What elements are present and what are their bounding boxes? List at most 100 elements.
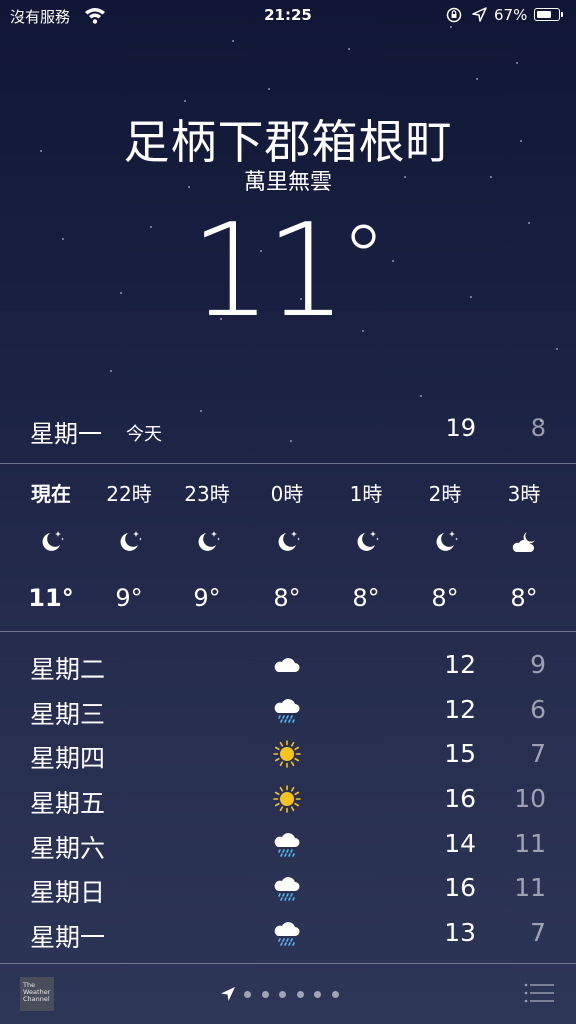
page-dot[interactable] xyxy=(279,990,286,998)
location-arrow-icon xyxy=(221,987,235,1001)
rain-icon xyxy=(272,829,302,859)
hourly-time: 23時 xyxy=(184,482,230,506)
sun-icon xyxy=(272,784,302,814)
daily-low: 7 xyxy=(530,918,546,948)
moon-stars-icon xyxy=(352,528,380,556)
daily-high: 12 xyxy=(444,650,476,679)
page-dot[interactable] xyxy=(314,990,321,998)
hourly-temp: 9° xyxy=(193,584,221,612)
city-list-button[interactable] xyxy=(524,982,554,1004)
daily-row: 星期二 12 9 xyxy=(0,644,576,689)
hourly-item: 0時 8° xyxy=(248,464,326,632)
hourly-time: 0時 xyxy=(270,482,304,506)
hourly-item: 22時 9° xyxy=(90,464,168,632)
page-dot[interactable] xyxy=(296,990,304,998)
today-summary-row: 星期一 今天 19 8 xyxy=(0,410,576,452)
today-day: 星期一 xyxy=(30,420,102,448)
hourly-item: 3時 8° xyxy=(485,464,563,632)
hourly-temp: 9° xyxy=(115,584,143,612)
daily-row: 星期四 15 7 xyxy=(0,733,576,778)
daily-high: 15 xyxy=(444,739,476,769)
status-bar: 沒有服務 21:25 67% xyxy=(0,0,576,32)
hourly-time: 現在 xyxy=(31,482,71,506)
footer-toolbar: The Weather Channel xyxy=(0,964,576,1024)
daily-day: 星期四 xyxy=(30,744,106,774)
daily-day: 星期二 xyxy=(30,655,106,684)
star xyxy=(110,370,112,372)
page-dot[interactable] xyxy=(331,990,339,998)
page-dot[interactable] xyxy=(244,990,251,998)
hourly-temp: 11° xyxy=(28,584,74,612)
moon-stars-icon xyxy=(273,528,301,556)
daily-row: 星期日 16 11 xyxy=(0,867,576,912)
hourly-time: 3時 xyxy=(507,482,541,506)
daily-low: 11 xyxy=(514,828,546,858)
daily-day: 星期日 xyxy=(30,878,106,908)
hourly-time: 1時 xyxy=(349,482,383,506)
daily-low: 10 xyxy=(514,784,546,814)
hourly-time: 2時 xyxy=(428,482,462,506)
rain-icon xyxy=(272,918,302,948)
city-name: 足柄下郡箱根町 xyxy=(123,115,453,169)
hourly-item: 1時 8° xyxy=(327,464,405,632)
star xyxy=(184,100,186,102)
partly-cloudy-night-icon xyxy=(510,528,538,556)
daily-row: 星期五 16 10 xyxy=(0,778,576,823)
hourly-time: 22時 xyxy=(106,482,152,506)
rain-icon xyxy=(272,873,302,903)
daily-day: 星期一 xyxy=(30,923,106,953)
star xyxy=(476,78,478,80)
divider xyxy=(0,631,576,632)
daily-day: 星期三 xyxy=(30,699,106,729)
hourly-item: 現在 11° xyxy=(12,464,90,632)
moon-stars-icon xyxy=(115,528,143,556)
daily-high: 13 xyxy=(444,918,476,948)
star xyxy=(348,48,350,50)
hourly-forecast[interactable]: 現在 11° 22時 9° 23時 9° 0時 8° 1時 8° 2時 8° 3… xyxy=(0,464,576,632)
sun-icon xyxy=(272,739,302,769)
battery-icon xyxy=(534,8,563,21)
current-temperature: 11° xyxy=(190,197,386,346)
moon-stars-icon xyxy=(431,528,459,556)
hourly-temp: 8° xyxy=(352,584,380,612)
daily-low: 7 xyxy=(530,739,546,769)
star xyxy=(268,88,270,90)
hourly-item: 2時 8° xyxy=(406,464,484,632)
star xyxy=(420,395,422,397)
rain-icon xyxy=(272,695,302,725)
page-dot[interactable] xyxy=(261,990,269,998)
location-arrow-icon xyxy=(472,7,487,22)
star xyxy=(232,40,234,42)
daily-day: 星期五 xyxy=(30,789,106,819)
daily-high: 16 xyxy=(444,784,476,814)
star xyxy=(516,62,518,64)
star xyxy=(556,348,558,350)
today-tag: 今天 xyxy=(126,424,162,445)
daily-high: 16 xyxy=(444,873,476,903)
daily-low: 9 xyxy=(530,650,546,679)
battery-percent: 67% xyxy=(494,6,528,24)
cloud-icon xyxy=(272,650,302,680)
daily-low: 11 xyxy=(514,873,546,903)
daily-row: 星期六 14 11 xyxy=(0,823,576,868)
moon-stars-icon xyxy=(37,528,65,556)
hourly-temp: 8° xyxy=(510,584,538,612)
daily-day: 星期六 xyxy=(30,833,106,863)
daily-row: 星期三 12 6 xyxy=(0,689,576,734)
daily-low: 6 xyxy=(530,694,546,724)
today-low: 8 xyxy=(530,414,546,442)
daily-high: 14 xyxy=(444,828,476,858)
current-condition: 萬里無雲 xyxy=(243,170,332,195)
daily-row: 星期一 13 7 xyxy=(0,912,576,957)
moon-stars-icon xyxy=(193,528,221,556)
page-indicator[interactable] xyxy=(220,984,349,1004)
daily-forecast[interactable]: 星期二 12 9星期三 12 6星期四 15 7星期五 16 10星期六 xyxy=(0,644,576,957)
rotation-lock-icon xyxy=(446,7,462,23)
weather-channel-logo[interactable]: The Weather Channel xyxy=(20,977,54,1011)
hourly-temp: 8° xyxy=(431,584,459,612)
today-high: 19 xyxy=(445,414,476,442)
daily-high: 12 xyxy=(444,694,476,724)
hourly-item: 23時 9° xyxy=(168,464,246,632)
current-temp-value: 11 xyxy=(190,197,347,346)
clock: 21:25 xyxy=(264,6,312,24)
